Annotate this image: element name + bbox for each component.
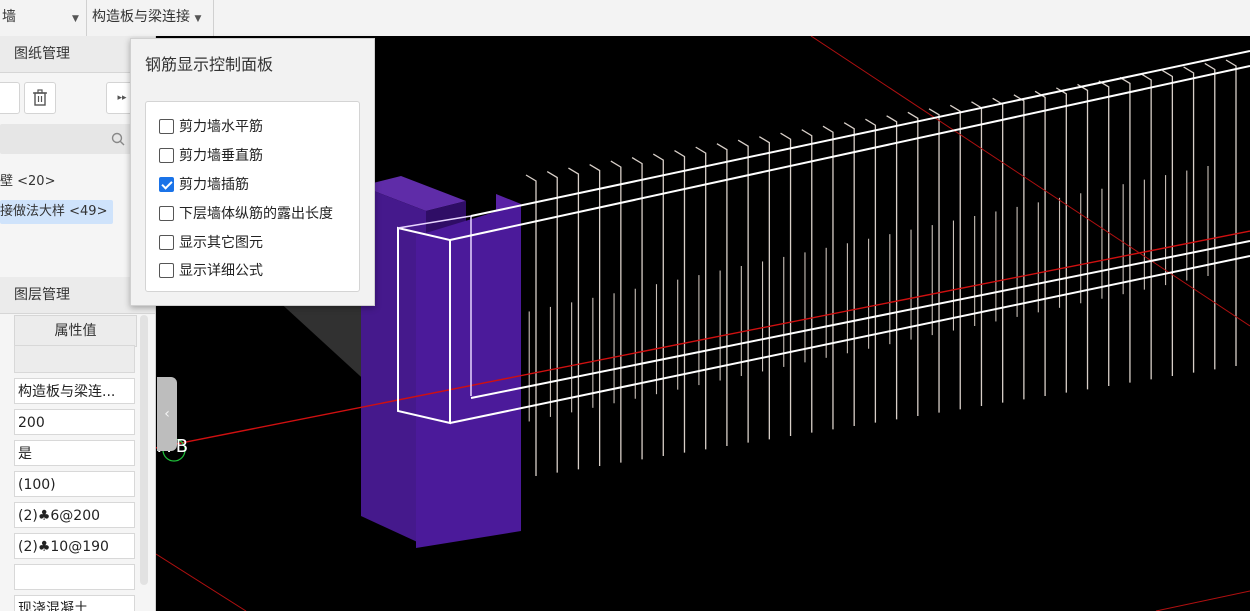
vertical-rebar: [886, 115, 898, 420]
property-value-cell[interactable]: 现浇混凝土: [14, 595, 135, 611]
property-value-cell[interactable]: 构造板与梁连...: [14, 378, 135, 404]
chevron-down-icon: ▼: [194, 14, 202, 24]
vertical-rebar: [801, 129, 813, 433]
option-label: 下层墙体纵筋的露出长度: [179, 206, 333, 222]
vertical-rebar: [822, 125, 834, 430]
property-value-cell[interactable]: 200: [14, 409, 135, 435]
toolbar-left-button[interactable]: [0, 82, 20, 114]
component-type-dropdown[interactable]: 墙: [2, 0, 16, 36]
vertical-rebar: [1204, 62, 1216, 370]
tab-drawing-manager[interactable]: 图纸管理: [14, 36, 70, 72]
vertical-rebar: [525, 174, 537, 476]
checkbox[interactable]: [159, 234, 174, 250]
property-group-row: [14, 345, 135, 373]
vertical-rebar: [928, 108, 940, 413]
beam-slab-body: [416, 204, 521, 548]
option-show-detailed-formula[interactable]: 显示详细公式: [159, 260, 263, 280]
component-type-label: 墙: [2, 9, 16, 25]
component-type-chevron-icon[interactable]: ▼: [72, 0, 79, 36]
rebar-panel-title: 钢筋显示控制面板: [145, 55, 274, 74]
trash-icon: [33, 89, 47, 106]
option-vertical-rebar[interactable]: 剪力墙垂直筋: [159, 145, 263, 165]
option-label: 剪力墙水平筋: [179, 119, 263, 135]
collapse-panel-button[interactable]: ‹: [157, 377, 177, 451]
tree-item[interactable]: 壁 <20>: [0, 170, 55, 194]
toolbar-divider: [86, 0, 87, 36]
rebar-display-panel: 钢筋显示控制面板 剪力墙水平筋 剪力墙垂直筋 剪力墙插筋 下层墙体纵筋的露出长度…: [130, 38, 375, 306]
vertical-rebar: [1098, 80, 1110, 386]
vertical-rebar: [737, 139, 749, 443]
vertical-rebar: [674, 150, 686, 453]
component-name-dropdown[interactable]: 构造板与梁连接 ▼: [92, 0, 201, 36]
rebar-option-list: 剪力墙水平筋 剪力墙垂直筋 剪力墙插筋 下层墙体纵筋的露出长度 显示其它图元 显…: [145, 101, 360, 292]
vertical-rebar: [695, 146, 707, 450]
option-show-other-elements[interactable]: 显示其它图元: [159, 232, 263, 252]
axis-line: [1155, 590, 1250, 611]
vertical-rebar: [780, 132, 792, 436]
longitudinal-rebar: [470, 50, 1250, 217]
tree-item-selected[interactable]: 接做法大样 <49>: [0, 200, 114, 224]
vertical-rebar: [758, 136, 770, 440]
option-horizontal-rebar[interactable]: 剪力墙水平筋: [159, 116, 263, 136]
option-label: 显示其它图元: [179, 235, 263, 251]
vertical-rebar: [1055, 87, 1067, 393]
checkbox[interactable]: [159, 147, 174, 163]
vertical-rebar: [865, 118, 877, 423]
checkbox[interactable]: [159, 262, 174, 278]
vertical-rebar: [1034, 90, 1046, 396]
tree-item-label: 壁 <20>: [0, 174, 56, 189]
vertical-rebar: [1162, 69, 1174, 376]
property-value-cell[interactable]: [14, 564, 135, 590]
option-label: 剪力墙插筋: [179, 177, 249, 193]
option-label: 剪力墙垂直筋: [179, 148, 263, 164]
property-value-cell[interactable]: (2)♣10@190: [14, 533, 135, 559]
tab-layer-manager[interactable]: 图层管理: [14, 277, 70, 313]
vertical-rebar: [631, 157, 643, 460]
component-name-label: 构造板与梁连接: [92, 9, 190, 25]
checkbox[interactable]: [159, 205, 174, 221]
vertical-rebar: [1013, 94, 1025, 400]
vertical-rebar: [1119, 76, 1131, 383]
checkbox[interactable]: [159, 118, 174, 134]
property-scrollbar[interactable]: [140, 315, 148, 585]
option-label: 显示详细公式: [179, 263, 263, 279]
property-value-header: 属性值: [14, 315, 137, 347]
search-input[interactable]: [0, 124, 135, 154]
top-toolbar: 墙 ▼ 构造板与梁连接 ▼: [0, 0, 1250, 37]
vertical-rebar: [992, 97, 1004, 403]
tree-item-label: 接做法大样 <49>: [0, 204, 108, 219]
axis-line: [156, 553, 247, 611]
vertical-rebar: [1077, 83, 1089, 390]
vertical-rebar: [1140, 73, 1152, 380]
vertical-rebar: [907, 111, 919, 416]
property-value-cell[interactable]: 是: [14, 440, 135, 466]
delete-button[interactable]: [24, 82, 56, 114]
stirrup-group: [507, 59, 1237, 476]
vertical-rebar: [949, 104, 961, 410]
checkbox[interactable]: [159, 176, 174, 192]
vertical-rebar: [843, 122, 855, 426]
option-dowel-rebar[interactable]: 剪力墙插筋: [159, 174, 249, 194]
search-icon: [111, 132, 125, 146]
option-lower-wall-exposed-length[interactable]: 下层墙体纵筋的露出长度: [159, 203, 333, 223]
longitudinal-rebar: [470, 240, 1250, 399]
double-chevron-right-icon: ▸▸: [117, 93, 127, 103]
property-value-cell[interactable]: (100): [14, 471, 135, 497]
vertical-rebar: [1183, 66, 1195, 373]
vertical-rebar: [652, 153, 664, 456]
vertical-rebar: [610, 160, 622, 463]
vertical-rebar: [1225, 59, 1237, 366]
property-value-cell[interactable]: (2)♣6@200: [14, 502, 135, 528]
vertical-rebar: [716, 143, 728, 446]
toolbar-divider: [213, 0, 214, 36]
chevron-left-icon: ‹: [164, 406, 170, 422]
